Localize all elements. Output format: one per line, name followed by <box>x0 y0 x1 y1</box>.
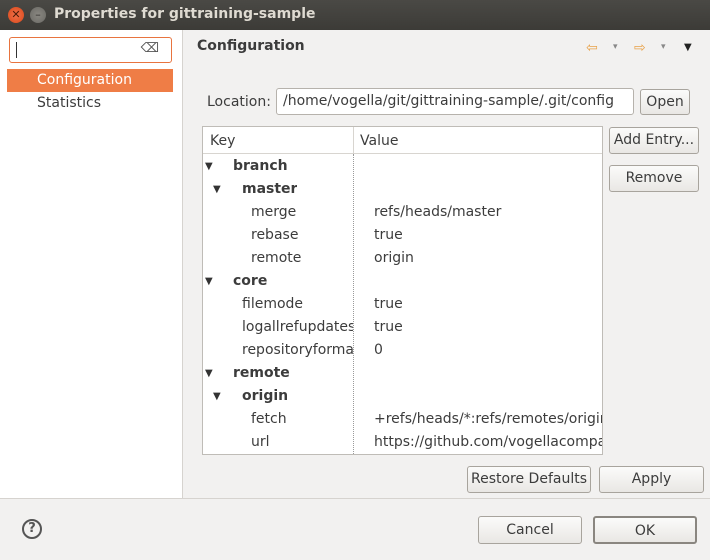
text-caret <box>16 42 17 58</box>
back-arrow-icon[interactable]: ⇦ <box>586 40 598 56</box>
table-row[interactable]: ▼ core <box>203 270 602 293</box>
expand-toggle-icon[interactable]: ▼ <box>213 385 221 408</box>
cancel-button[interactable]: Cancel <box>478 516 582 544</box>
table-row[interactable]: url https://github.com/vogellacompany/gi… <box>203 431 602 454</box>
row-key: filemode <box>242 296 304 312</box>
location-field[interactable]: /home/vogella/git/gittraining-sample/.gi… <box>276 88 634 115</box>
column-divider[interactable] <box>353 127 354 154</box>
minimize-window-button[interactable]: – <box>30 7 46 23</box>
help-icon[interactable]: ? <box>22 519 42 539</box>
table-row[interactable]: ▼ origin <box>203 385 602 408</box>
dialog-separator <box>0 498 710 499</box>
back-history-dropdown-icon[interactable]: ▾ <box>613 42 618 52</box>
expand-toggle-icon[interactable]: ▼ <box>205 270 213 293</box>
row-key: repositoryformatversion <box>242 342 353 358</box>
table-header: Key Value <box>203 127 602 154</box>
forward-history-dropdown-icon[interactable]: ▾ <box>661 42 666 52</box>
table-row[interactable]: rebase true <box>203 224 602 247</box>
clear-filter-icon[interactable]: ⌫ <box>141 41 159 56</box>
table-row[interactable]: remote origin <box>203 247 602 270</box>
row-value: refs/heads/master <box>374 204 502 220</box>
expand-toggle-icon[interactable]: ▼ <box>205 155 213 178</box>
ok-button[interactable]: OK <box>593 516 697 544</box>
value-column-header[interactable]: Value <box>360 133 398 149</box>
row-key: logallrefupdates <box>242 319 353 335</box>
row-key: remote <box>233 365 290 381</box>
row-value: +refs/heads/*:refs/remotes/origin/* <box>374 411 603 427</box>
table-row[interactable]: fetch +refs/heads/*:refs/remotes/origin/… <box>203 408 603 431</box>
row-value: 0 <box>374 342 383 358</box>
restore-defaults-button[interactable]: Restore Defaults <box>467 466 591 493</box>
table-row[interactable]: repositoryformatversion 0 <box>203 339 602 362</box>
add-entry-button[interactable]: Add Entry... <box>609 127 699 154</box>
window-titlebar: ✕ – Properties for gittraining-sample <box>0 0 710 30</box>
key-column-header[interactable]: Key <box>210 133 235 149</box>
row-key: url <box>251 434 270 450</box>
table-row[interactable]: ▼ master <box>203 178 602 201</box>
open-button[interactable]: Open <box>640 89 690 115</box>
close-window-button[interactable]: ✕ <box>8 7 24 23</box>
row-value: true <box>374 227 403 243</box>
table-row[interactable]: merge refs/heads/master <box>203 201 602 224</box>
row-key: origin <box>242 388 289 404</box>
row-key: merge <box>251 204 297 220</box>
row-key: core <box>233 273 268 289</box>
row-value: origin <box>374 250 414 266</box>
row-value: true <box>374 296 403 312</box>
forward-arrow-icon[interactable]: ⇨ <box>634 40 646 56</box>
sidebar: ⌫ Configuration Statistics <box>0 30 183 498</box>
row-key: fetch <box>251 411 287 427</box>
row-key: branch <box>233 158 288 174</box>
row-value: https://github.com/vogellacompany/gittra… <box>374 434 602 450</box>
remove-button[interactable]: Remove <box>609 165 699 192</box>
expand-toggle-icon[interactable]: ▼ <box>205 362 213 385</box>
expand-toggle-icon[interactable]: ▼ <box>213 178 221 201</box>
table-row[interactable]: logallrefupdates true <box>203 316 602 339</box>
window-title: Properties for gittraining-sample <box>54 6 316 22</box>
location-label: Location: <box>207 94 271 110</box>
table-row[interactable]: filemode true <box>203 293 602 316</box>
table-row[interactable]: ▼ remote <box>203 362 602 385</box>
row-key: master <box>242 181 298 197</box>
row-value: true <box>374 319 403 335</box>
row-key: remote <box>251 250 302 266</box>
page-title: Configuration <box>197 38 305 54</box>
sidebar-item-statistics[interactable]: Statistics <box>7 92 173 115</box>
filter-input[interactable]: ⌫ <box>9 37 172 63</box>
row-key: rebase <box>251 227 299 243</box>
sidebar-item-configuration[interactable]: Configuration <box>7 69 173 92</box>
table-row[interactable]: ▼ branch <box>203 155 602 178</box>
view-menu-icon[interactable]: ▼ <box>684 42 692 53</box>
apply-button[interactable]: Apply <box>599 466 704 493</box>
config-tree-table[interactable]: Key Value ▼ branch ▼ master merge refs/h… <box>202 126 603 455</box>
